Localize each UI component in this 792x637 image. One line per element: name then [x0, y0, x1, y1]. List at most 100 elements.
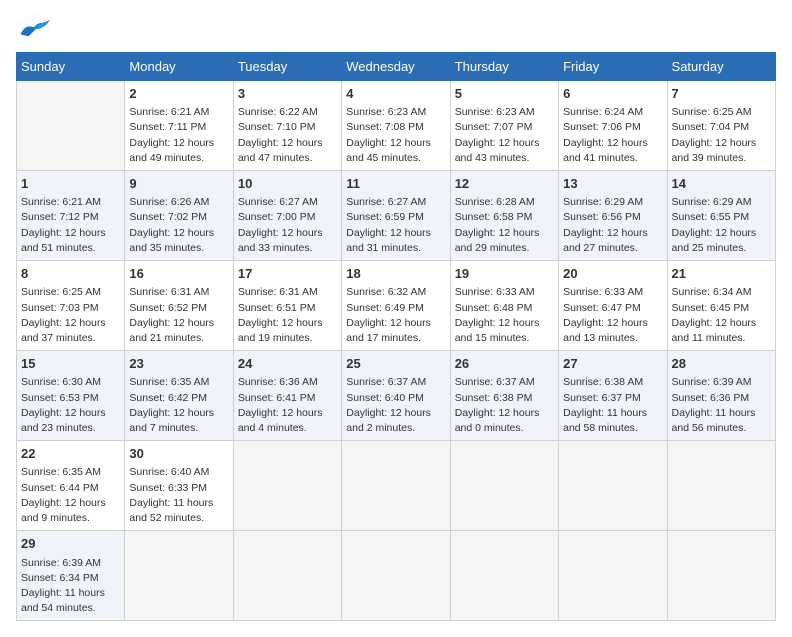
- day-info: Sunrise: 6:27 AMSunset: 6:59 PMDaylight:…: [346, 195, 445, 256]
- day-info: Sunrise: 6:30 AMSunset: 6:53 PMDaylight:…: [21, 375, 120, 436]
- day-number: 30: [129, 445, 228, 463]
- weekday-header-wednesday: Wednesday: [342, 53, 450, 81]
- day-number: 28: [672, 355, 771, 373]
- calendar-cell: [125, 531, 233, 621]
- day-info: Sunrise: 6:39 AMSunset: 6:36 PMDaylight:…: [672, 375, 771, 436]
- day-info: Sunrise: 6:34 AMSunset: 6:45 PMDaylight:…: [672, 285, 771, 346]
- calendar-cell: 11 Sunrise: 6:27 AMSunset: 6:59 PMDayligh…: [342, 171, 450, 261]
- day-info: Sunrise: 6:33 AMSunset: 6:47 PMDaylight:…: [563, 285, 662, 346]
- day-number: 18: [346, 265, 445, 283]
- day-number: 23: [129, 355, 228, 373]
- day-number: 5: [455, 85, 554, 103]
- day-number: 29: [21, 535, 120, 553]
- calendar-cell: 24 Sunrise: 6:36 AMSunset: 6:41 PMDayligh…: [233, 351, 341, 441]
- day-info: Sunrise: 6:23 AMSunset: 7:07 PMDaylight:…: [455, 105, 554, 166]
- calendar-cell: 2Sunrise: 6:21 AMSunset: 7:11 PMDaylight…: [125, 81, 233, 171]
- calendar-cell: 13 Sunrise: 6:29 AMSunset: 6:56 PMDayligh…: [559, 171, 667, 261]
- day-info: Sunrise: 6:37 AMSunset: 6:40 PMDaylight:…: [346, 375, 445, 436]
- day-info: Sunrise: 6:37 AMSunset: 6:38 PMDaylight:…: [455, 375, 554, 436]
- day-number: 25: [346, 355, 445, 373]
- weekday-header-tuesday: Tuesday: [233, 53, 341, 81]
- weekday-header-row: SundayMondayTuesdayWednesdayThursdayFrid…: [17, 53, 776, 81]
- calendar-cell: 15Sunrise: 6:30 AMSunset: 6:53 PMDayligh…: [17, 351, 125, 441]
- day-number: 21: [672, 265, 771, 283]
- day-info: Sunrise: 6:21 AMSunset: 7:11 PMDaylight:…: [129, 105, 228, 166]
- day-info: Sunrise: 6:35 AMSunset: 6:42 PMDaylight:…: [129, 375, 228, 436]
- calendar-cell: 30 Sunrise: 6:40 AMSunset: 6:33 PMDayligh…: [125, 441, 233, 531]
- day-info: Sunrise: 6:39 AMSunset: 6:34 PMDaylight:…: [21, 556, 120, 617]
- day-number: 10: [238, 175, 337, 193]
- day-number: 24: [238, 355, 337, 373]
- day-number: 27: [563, 355, 662, 373]
- day-info: Sunrise: 6:21 AMSunset: 7:12 PMDaylight:…: [21, 195, 120, 256]
- calendar-cell: [450, 531, 558, 621]
- calendar-cell: [667, 441, 775, 531]
- day-info: Sunrise: 6:27 AMSunset: 7:00 PMDaylight:…: [238, 195, 337, 256]
- day-info: Sunrise: 6:31 AMSunset: 6:52 PMDaylight:…: [129, 285, 228, 346]
- day-info: Sunrise: 6:36 AMSunset: 6:41 PMDaylight:…: [238, 375, 337, 436]
- day-number: 11: [346, 175, 445, 193]
- day-number: 19: [455, 265, 554, 283]
- weekday-header-thursday: Thursday: [450, 53, 558, 81]
- calendar-cell: 22Sunrise: 6:35 AMSunset: 6:44 PMDayligh…: [17, 441, 125, 531]
- day-info: Sunrise: 6:35 AMSunset: 6:44 PMDaylight:…: [21, 465, 120, 526]
- day-info: Sunrise: 6:31 AMSunset: 6:51 PMDaylight:…: [238, 285, 337, 346]
- calendar-cell: 14 Sunrise: 6:29 AMSunset: 6:55 PMDayligh…: [667, 171, 775, 261]
- day-number: 3: [238, 85, 337, 103]
- calendar-cell: 17Sunrise: 6:31 AMSunset: 6:51 PMDayligh…: [233, 261, 341, 351]
- day-number: 4: [346, 85, 445, 103]
- calendar-cell: 9 Sunrise: 6:26 AMSunset: 7:02 PMDaylight…: [125, 171, 233, 261]
- calendar-cell: [667, 531, 775, 621]
- day-info: Sunrise: 6:29 AMSunset: 6:56 PMDaylight:…: [563, 195, 662, 256]
- weekday-header-monday: Monday: [125, 53, 233, 81]
- calendar-cell: 28 Sunrise: 6:39 AMSunset: 6:36 PMDayligh…: [667, 351, 775, 441]
- calendar-week-5: 29 Sunrise: 6:39 AMSunset: 6:34 PMDayligh…: [17, 531, 776, 621]
- day-info: Sunrise: 6:22 AMSunset: 7:10 PMDaylight:…: [238, 105, 337, 166]
- day-info: Sunrise: 6:29 AMSunset: 6:55 PMDaylight:…: [672, 195, 771, 256]
- calendar-cell: 12Sunrise: 6:28 AMSunset: 6:58 PMDayligh…: [450, 171, 558, 261]
- calendar-cell: [450, 441, 558, 531]
- calendar-week-2: 8 Sunrise: 6:25 AMSunset: 7:03 PMDaylight…: [17, 261, 776, 351]
- day-info: Sunrise: 6:33 AMSunset: 6:48 PMDaylight:…: [455, 285, 554, 346]
- day-number: 20: [563, 265, 662, 283]
- day-info: Sunrise: 6:26 AMSunset: 7:02 PMDaylight:…: [129, 195, 228, 256]
- day-number: 1: [21, 175, 120, 193]
- day-number: 8: [21, 265, 120, 283]
- calendar-cell: 19 Sunrise: 6:33 AMSunset: 6:48 PMDayligh…: [450, 261, 558, 351]
- calendar-cell: 25 Sunrise: 6:37 AMSunset: 6:40 PMDayligh…: [342, 351, 450, 441]
- day-number: 6: [563, 85, 662, 103]
- day-info: Sunrise: 6:25 AMSunset: 7:03 PMDaylight:…: [21, 285, 120, 346]
- day-info: Sunrise: 6:40 AMSunset: 6:33 PMDaylight:…: [129, 465, 228, 526]
- day-number: 9: [129, 175, 228, 193]
- calendar-cell: [17, 81, 125, 171]
- day-number: 16: [129, 265, 228, 283]
- calendar-cell: [342, 531, 450, 621]
- calendar-cell: 1 Sunrise: 6:21 AMSunset: 7:12 PMDaylight…: [17, 171, 125, 261]
- calendar-cell: 16 Sunrise: 6:31 AMSunset: 6:52 PMDayligh…: [125, 261, 233, 351]
- calendar-table: SundayMondayTuesdayWednesdayThursdayFrid…: [16, 52, 776, 621]
- calendar-body: 2Sunrise: 6:21 AMSunset: 7:11 PMDaylight…: [17, 81, 776, 621]
- weekday-header-sunday: Sunday: [17, 53, 125, 81]
- day-number: 13: [563, 175, 662, 193]
- calendar-cell: [559, 531, 667, 621]
- calendar-cell: [342, 441, 450, 531]
- day-info: Sunrise: 6:25 AMSunset: 7:04 PMDaylight:…: [672, 105, 771, 166]
- day-number: 14: [672, 175, 771, 193]
- day-number: 26: [455, 355, 554, 373]
- calendar-week-4: 22Sunrise: 6:35 AMSunset: 6:44 PMDayligh…: [17, 441, 776, 531]
- calendar-cell: 3 Sunrise: 6:22 AMSunset: 7:10 PMDaylight…: [233, 81, 341, 171]
- calendar-week-0: 2Sunrise: 6:21 AMSunset: 7:11 PMDaylight…: [17, 81, 776, 171]
- calendar-cell: 27 Sunrise: 6:38 AMSunset: 6:37 PMDayligh…: [559, 351, 667, 441]
- bird-icon: [16, 16, 52, 44]
- calendar-cell: 10 Sunrise: 6:27 AMSunset: 7:00 PMDayligh…: [233, 171, 341, 261]
- calendar-cell: 23 Sunrise: 6:35 AMSunset: 6:42 PMDayligh…: [125, 351, 233, 441]
- calendar-cell: 26 Sunrise: 6:37 AMSunset: 6:38 PMDayligh…: [450, 351, 558, 441]
- calendar-cell: 20 Sunrise: 6:33 AMSunset: 6:47 PMDayligh…: [559, 261, 667, 351]
- calendar-cell: 21 Sunrise: 6:34 AMSunset: 6:45 PMDayligh…: [667, 261, 775, 351]
- calendar-cell: 6Sunrise: 6:24 AMSunset: 7:06 PMDaylight…: [559, 81, 667, 171]
- calendar-cell: 7Sunrise: 6:25 AMSunset: 7:04 PMDaylight…: [667, 81, 775, 171]
- calendar-cell: [559, 441, 667, 531]
- calendar-cell: [233, 441, 341, 531]
- day-info: Sunrise: 6:38 AMSunset: 6:37 PMDaylight:…: [563, 375, 662, 436]
- weekday-header-friday: Friday: [559, 53, 667, 81]
